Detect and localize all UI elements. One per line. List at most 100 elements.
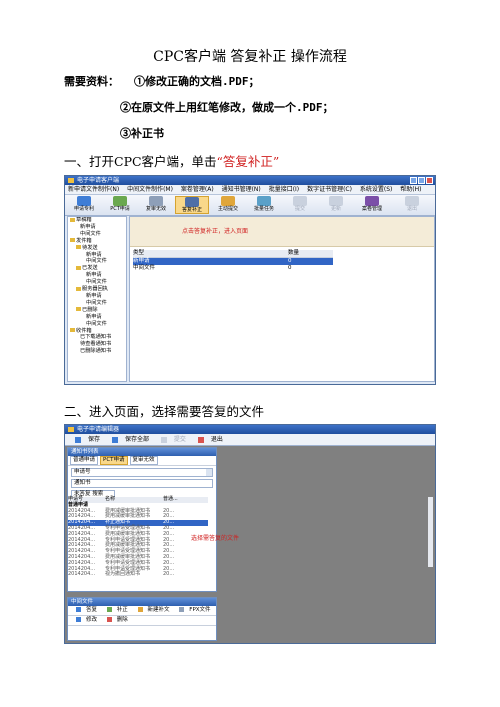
new-doc-icon — [137, 607, 143, 612]
window-title: 电子申请编辑器 — [77, 426, 120, 433]
step-2-heading: 二、进入页面，选择需要答复的文件 — [64, 404, 265, 419]
folder-icon — [70, 217, 75, 222]
reply-correction-button[interactable]: 答复补正 — [175, 196, 209, 214]
reply-icon — [76, 607, 81, 612]
delete-icon — [106, 617, 112, 622]
panel-title: 中间文件 — [68, 598, 216, 606]
intermediate-file-panel: 中间文件 答复 补正 新建补文 FPX文件 修改 删除 — [67, 597, 217, 641]
notice-list: 申请号 名称 普通... 普通申请 2014204... 费用减缓审批通知书 20...… — [68, 496, 208, 578]
submit-button[interactable]: 提交 — [283, 196, 317, 214]
update-button[interactable]: 更新 — [319, 196, 353, 214]
file-count-table: 类型 数量 新申请 0 中间文件 0 — [133, 250, 333, 272]
tree-item[interactable]: 中间文件 — [68, 231, 126, 238]
tree-item[interactable]: 已删除 — [68, 307, 126, 314]
delete-button[interactable]: 删除 — [103, 617, 128, 623]
active-submit-button[interactable]: 主动提交 — [211, 196, 245, 214]
window-title: 电子申请客户端 — [77, 177, 120, 184]
folder-icon — [365, 196, 379, 206]
tree-item[interactable]: 草稿箱 — [68, 217, 126, 224]
edit-icon — [76, 617, 81, 622]
panel-title: 通知书列表 — [68, 448, 216, 456]
folder-icon — [76, 307, 81, 312]
arrow-icon — [149, 196, 163, 206]
batch-icon — [257, 196, 271, 206]
app-icon — [68, 178, 74, 183]
requirement-2: ②在原文件上用红笔修改，做成一个.PDF； — [120, 101, 334, 114]
exit-icon — [405, 196, 419, 206]
tab-review[interactable]: 复审无效 — [129, 456, 158, 465]
globe-icon — [113, 196, 127, 206]
menu-bar: 新申请文件制作(N) 中间文件制作(M) 案卷管理(A) 通知书管理(N) 批量… — [65, 185, 435, 195]
tree-item[interactable]: 已删除通知书 — [68, 348, 126, 355]
intermediate-toolbar-2: 修改 删除 — [68, 616, 216, 626]
exit-button[interactable]: 退出 — [395, 196, 429, 214]
submit-icon — [293, 196, 307, 206]
menu-item[interactable]: 批量接口(I) — [269, 186, 299, 193]
step-1-text: 一、打开CPC客户端，单击 — [64, 154, 217, 169]
main-toolbar: 申请专利 PCT申请 复审无效 答复补正 主动提交 批量任务 提交 更新 案卷管… — [65, 195, 435, 216]
tab-pct[interactable]: PCT申请 — [100, 456, 128, 465]
close-icon[interactable] — [426, 177, 433, 184]
exit-button[interactable]: 退出 — [193, 436, 223, 443]
folder-icon — [70, 238, 75, 243]
review-invalid-button[interactable]: 复审无效 — [139, 196, 173, 214]
requirements-label: 需要资料： — [64, 75, 119, 88]
tab-normal[interactable]: 普通申请 — [70, 456, 99, 465]
tree-item[interactable]: 中间文件 — [68, 321, 126, 328]
tree-item[interactable]: 发件箱 — [68, 238, 126, 245]
step-1-heading: 一、打开CPC客户端，单击“答复补正” — [64, 151, 279, 170]
file-icon — [179, 607, 185, 612]
editor-toolbar: 保存 保存全部 提交 退出 — [65, 434, 435, 446]
menu-item[interactable]: 新申请文件制作(N) — [68, 186, 119, 193]
new-supplement-button[interactable]: 新建补文 — [134, 607, 170, 613]
folder-tree: 草稿箱 新申请 中间文件 发件箱 待发送 新申请 中间文件 已发送 新申请 中间… — [67, 216, 127, 382]
fpx-file-button[interactable]: FPX文件 — [175, 607, 211, 613]
pct-apply-button[interactable]: PCT申请 — [103, 196, 137, 214]
menu-item[interactable]: 案卷管理(A) — [181, 186, 214, 193]
tree-item[interactable]: 新申请 — [68, 314, 126, 321]
correction-button[interactable]: 补正 — [103, 607, 128, 613]
window-titlebar: 电子申请客户端 — [65, 176, 435, 185]
folder-icon — [70, 328, 75, 332]
minimize-icon[interactable] — [410, 177, 417, 184]
apply-patent-button[interactable]: 申请专利 — [67, 196, 101, 214]
instruction-tip: 选择需答复的文件 — [191, 535, 240, 542]
intermediate-toolbar: 答复 补正 新建补文 FPX文件 — [68, 606, 216, 616]
requirement-1: ①修改正确的文档.PDF； — [134, 75, 260, 88]
tree-item[interactable]: 新申请 — [68, 224, 126, 231]
reply-button[interactable]: 答复 — [72, 607, 97, 613]
tree-item[interactable]: 服务器回执 — [68, 286, 126, 293]
case-manage-button[interactable]: 案卷管理 — [355, 196, 389, 214]
menu-item[interactable]: 通知书管理(N) — [222, 186, 261, 193]
instruction-text: 点击答复补正，进入页面 — [182, 228, 249, 235]
list-item[interactable]: 2014204... 视为撤回通知书 20... — [68, 572, 208, 578]
folder-icon — [76, 265, 81, 270]
table-row[interactable]: 中间文件 0 — [133, 265, 333, 272]
application-number-select[interactable]: 申请号 — [71, 468, 213, 477]
content-pane: 点击答复补正，进入页面 类型 数量 新申请 0 中间文件 0 — [129, 216, 435, 382]
window-titlebar: 电子申请编辑器 — [65, 425, 435, 434]
maximize-icon[interactable] — [418, 177, 425, 184]
menu-item[interactable]: 数字证书管理(C) — [307, 186, 352, 193]
table-row[interactable]: 新申请 0 — [133, 258, 333, 265]
tree-item[interactable]: 待发送 — [68, 245, 126, 252]
folder-icon — [76, 245, 81, 250]
tree-item[interactable]: 新申请 — [68, 293, 126, 300]
modify-button[interactable]: 修改 — [72, 617, 97, 623]
menu-item[interactable]: 中间文件制作(M) — [127, 186, 173, 193]
menu-item[interactable]: 系统设置(S) — [360, 186, 393, 193]
notice-field[interactable]: 通知书 — [71, 479, 213, 488]
tree-item[interactable]: 中间文件 — [68, 300, 126, 307]
submit-button[interactable]: 提交 — [156, 436, 186, 443]
list-scrollbar[interactable] — [428, 497, 433, 567]
menu-item[interactable]: 帮助(H) — [400, 186, 421, 193]
save-icon — [75, 436, 81, 443]
application-tabs: 普通申请 PCT申请 复审无效 — [68, 456, 216, 466]
document-icon — [221, 196, 235, 206]
batch-task-button[interactable]: 批量任务 — [247, 196, 281, 214]
app-icon — [68, 427, 74, 432]
cpc-client-screenshot: 电子申请客户端 新申请文件制作(N) 中间文件制作(M) 案卷管理(A) 通知书… — [64, 175, 436, 385]
save-button[interactable]: 保存 — [70, 436, 100, 443]
save-all-button[interactable]: 保存全部 — [107, 436, 149, 443]
step-1-highlight: “答复补正” — [216, 154, 280, 169]
